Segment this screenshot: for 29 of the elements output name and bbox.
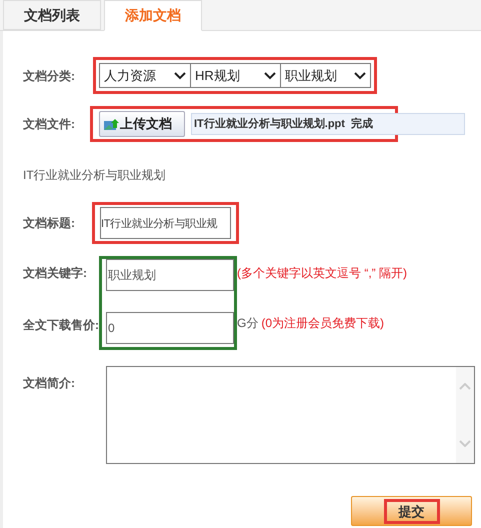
- dropdown[interactable]: 人力资源: [100, 64, 190, 87]
- chevron-down-icon: [174, 72, 186, 80]
- upload-button[interactable]: 上传文档: [99, 111, 185, 137]
- field-label: 文档关键字:: [23, 266, 87, 280]
- field-label: 文档分类:: [23, 68, 75, 82]
- field-label: 文档标题:: [23, 216, 75, 230]
- field-label: 文档文件:: [23, 117, 75, 131]
- upload-image-icon: [104, 118, 119, 130]
- keywords-hint: (多个关键字以英文逗号 “,” 隔开): [237, 265, 407, 282]
- price-unit: G分: [237, 315, 258, 332]
- keywords-input[interactable]: 职业规划: [106, 259, 234, 291]
- title-input[interactable]: IT行业就业分析与职业规: [100, 207, 231, 239]
- dropdown[interactable]: HR规划: [190, 64, 280, 87]
- price-hint: (0为注册会员免费下载): [261, 315, 384, 332]
- price-input[interactable]: 0: [106, 312, 234, 344]
- upload-status: 完成: [350, 116, 373, 132]
- file-name: IT行业就业分析与职业规划.ppt: [194, 116, 345, 132]
- highlight-frame: 提交: [384, 498, 440, 524]
- tab[interactable]: 文档列表: [3, 0, 101, 30]
- intro-textarea[interactable]: [106, 366, 475, 464]
- chevron-down-icon: [354, 72, 366, 80]
- chevron-up-icon: [459, 383, 471, 390]
- dropdown[interactable]: 职业规划: [280, 64, 370, 87]
- chevron-down-icon: [459, 440, 471, 447]
- field-label: 全文下载售价:: [23, 318, 99, 332]
- submit-button[interactable]: 提交: [351, 496, 472, 526]
- file-caption: IT行业就业分析与职业规划: [23, 168, 166, 182]
- field-label: 文档简介:: [23, 376, 75, 390]
- chevron-down-icon: [264, 72, 276, 80]
